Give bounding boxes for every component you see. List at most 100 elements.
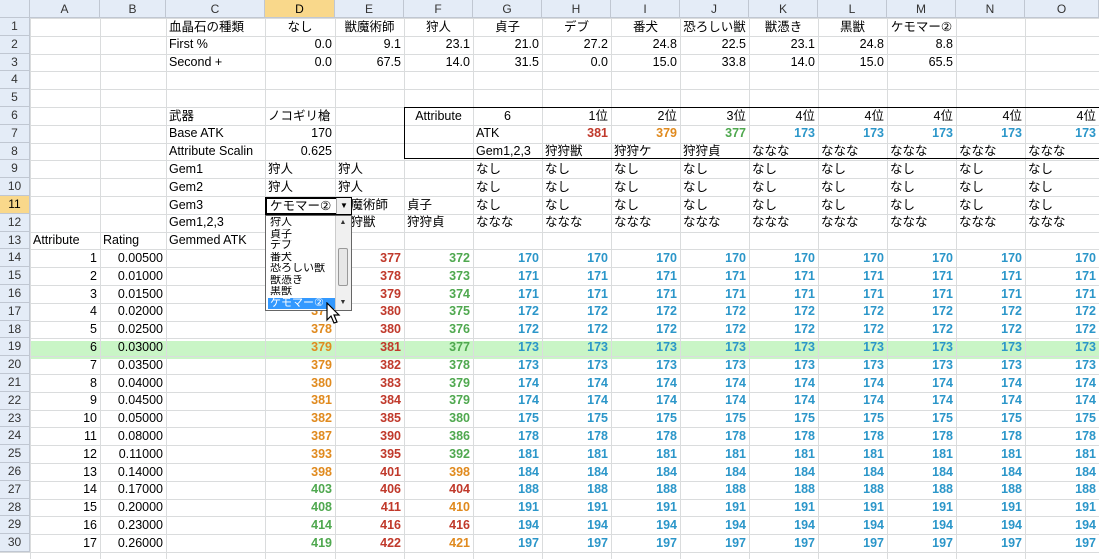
row-header-17[interactable]: 17 [0, 302, 30, 321]
scroll-thumb[interactable] [338, 248, 348, 286]
gemmed-atk-value[interactable]: 172 [818, 321, 887, 338]
second-plus-value[interactable]: 33.8 [680, 54, 749, 71]
second-plus-label[interactable]: Second + [166, 54, 265, 71]
row-header-16[interactable]: 16 [0, 285, 30, 303]
gem-combo-none[interactable]: ななな [749, 214, 818, 231]
gemmed-atk-value[interactable]: 181 [1025, 446, 1099, 463]
gemmed-atk-value[interactable]: 174 [542, 392, 611, 409]
gemmed-atk-d[interactable]: 380 [265, 375, 335, 392]
column-header-k[interactable]: K [749, 0, 818, 18]
rank-atk-value[interactable]: 173 [956, 125, 1025, 142]
gemmed-atk-value[interactable]: 171 [680, 268, 749, 285]
gemmed-atk-value[interactable]: 184 [887, 464, 956, 481]
attribute-value[interactable]: 11 [30, 428, 100, 445]
gemmed-atk-value[interactable]: 171 [818, 268, 887, 285]
rating-value[interactable]: 0.05000 [100, 410, 166, 427]
row-header-27[interactable]: 27 [0, 480, 30, 499]
rank-combo-value[interactable]: 狩狩貞 [680, 143, 749, 160]
rank-label[interactable]: 4位 [956, 108, 1025, 125]
gemmed-atk-value[interactable]: 184 [956, 464, 1025, 481]
gem-none[interactable]: なし [1025, 197, 1099, 214]
gemmed-atk-value[interactable]: 171 [542, 286, 611, 303]
gemmed-atk-e[interactable]: 411 [335, 499, 404, 516]
gemmed-atk-value[interactable]: 191 [611, 499, 680, 516]
gemmed-atk-header[interactable]: Gemmed ATK [166, 232, 265, 249]
gemmed-atk-value[interactable]: 197 [887, 535, 956, 552]
gem-type-header[interactable]: 番犬 [611, 19, 680, 36]
gemmed-atk-f[interactable]: 374 [404, 286, 473, 303]
first-percent-value[interactable]: 23.1 [749, 36, 818, 53]
row-header-26[interactable]: 26 [0, 463, 30, 481]
rating-value[interactable]: 0.01000 [100, 268, 166, 285]
gemmed-atk-value[interactable]: 188 [1025, 481, 1099, 498]
rank-label[interactable]: 1位 [542, 108, 611, 125]
gemmed-atk-value[interactable]: 178 [542, 428, 611, 445]
gemmed-atk-value[interactable]: 175 [611, 410, 680, 427]
attribute-value[interactable]: 17 [30, 535, 100, 552]
gemmed-atk-value[interactable]: 188 [956, 481, 1025, 498]
gemmed-atk-f[interactable]: 380 [404, 410, 473, 427]
gemmed-atk-value[interactable]: 172 [542, 321, 611, 338]
second-plus-value[interactable]: 31.5 [473, 54, 542, 71]
atk-label[interactable]: ATK [473, 125, 542, 142]
gem-none[interactable]: なし [956, 179, 1025, 196]
dropdown-option[interactable]: 貞子 [268, 229, 338, 240]
gemmed-atk-value[interactable]: 194 [749, 517, 818, 534]
gemmed-atk-value[interactable]: 170 [749, 250, 818, 267]
gemmed-atk-f[interactable]: 410 [404, 499, 473, 516]
gemmed-atk-value[interactable]: 181 [542, 446, 611, 463]
gemmed-atk-value[interactable]: 178 [680, 428, 749, 445]
gemmed-atk-value[interactable]: 175 [473, 410, 542, 427]
gemmed-atk-value[interactable]: 174 [1025, 392, 1099, 409]
dropdown-option[interactable]: 狩人 [268, 217, 338, 228]
attribute-value[interactable]: 16 [30, 517, 100, 534]
gemmed-atk-value[interactable]: 188 [887, 481, 956, 498]
gem-none[interactable]: なし [818, 161, 887, 178]
gemmed-atk-value[interactable]: 174 [956, 375, 1025, 392]
gem-type-header[interactable]: ケモマー② [887, 19, 956, 36]
rating-value[interactable]: 0.17000 [100, 481, 166, 498]
gem-none[interactable]: なし [473, 161, 542, 178]
rating-value[interactable]: 0.20000 [100, 499, 166, 516]
weapon-label[interactable]: 武器 [166, 108, 265, 125]
gemmed-atk-e[interactable]: 380 [335, 321, 404, 338]
gem123-combo-label[interactable]: Gem1,2,3 [473, 143, 542, 160]
gem-none[interactable]: なし [749, 179, 818, 196]
gemmed-atk-d[interactable]: 393 [265, 446, 335, 463]
gem-combo-none[interactable]: ななな [542, 214, 611, 231]
gemmed-atk-value[interactable]: 188 [542, 481, 611, 498]
gemmed-atk-value[interactable]: 173 [611, 357, 680, 374]
second-plus-value[interactable]: 15.0 [611, 54, 680, 71]
gemmed-atk-value[interactable]: 194 [887, 517, 956, 534]
second-plus-value[interactable]: 65.5 [887, 54, 956, 71]
gemmed-atk-d[interactable]: 403 [265, 481, 335, 498]
rank-atk-value[interactable]: 173 [749, 125, 818, 142]
gemmed-atk-value[interactable]: 172 [818, 303, 887, 320]
column-header-b[interactable]: B [100, 0, 166, 18]
gemmed-atk-f[interactable]: 421 [404, 535, 473, 552]
gemmed-atk-value[interactable]: 184 [542, 464, 611, 481]
gemmed-atk-value[interactable]: 173 [680, 339, 749, 356]
rating-value[interactable]: 0.00500 [100, 250, 166, 267]
gemmed-atk-value[interactable]: 172 [749, 321, 818, 338]
gemmed-atk-value[interactable]: 172 [680, 321, 749, 338]
gemmed-atk-f[interactable]: 373 [404, 268, 473, 285]
gemmed-atk-value[interactable]: 173 [542, 357, 611, 374]
gem123-label[interactable]: Gem1,2,3 [166, 214, 265, 231]
scroll-up-icon[interactable]: ▲ [336, 216, 350, 230]
gemmed-atk-value[interactable]: 171 [473, 268, 542, 285]
rating-value[interactable]: 0.08000 [100, 428, 166, 445]
gemmed-atk-value[interactable]: 172 [473, 321, 542, 338]
gemmed-atk-value[interactable]: 173 [473, 339, 542, 356]
gemmed-atk-value[interactable]: 174 [542, 375, 611, 392]
gemmed-atk-value[interactable]: 184 [1025, 464, 1099, 481]
attribute-value[interactable]: 8 [30, 375, 100, 392]
gem-f-value[interactable]: 貞子 [404, 197, 473, 214]
gemmed-atk-f[interactable]: 386 [404, 428, 473, 445]
rank-label[interactable]: 4位 [749, 108, 818, 125]
gemmed-atk-f[interactable]: 378 [404, 357, 473, 374]
gem-type-header[interactable]: 貞子 [473, 19, 542, 36]
base-atk-value[interactable]: 170 [265, 125, 335, 142]
rating-value[interactable]: 0.04500 [100, 392, 166, 409]
gemmed-atk-value[interactable]: 171 [611, 268, 680, 285]
